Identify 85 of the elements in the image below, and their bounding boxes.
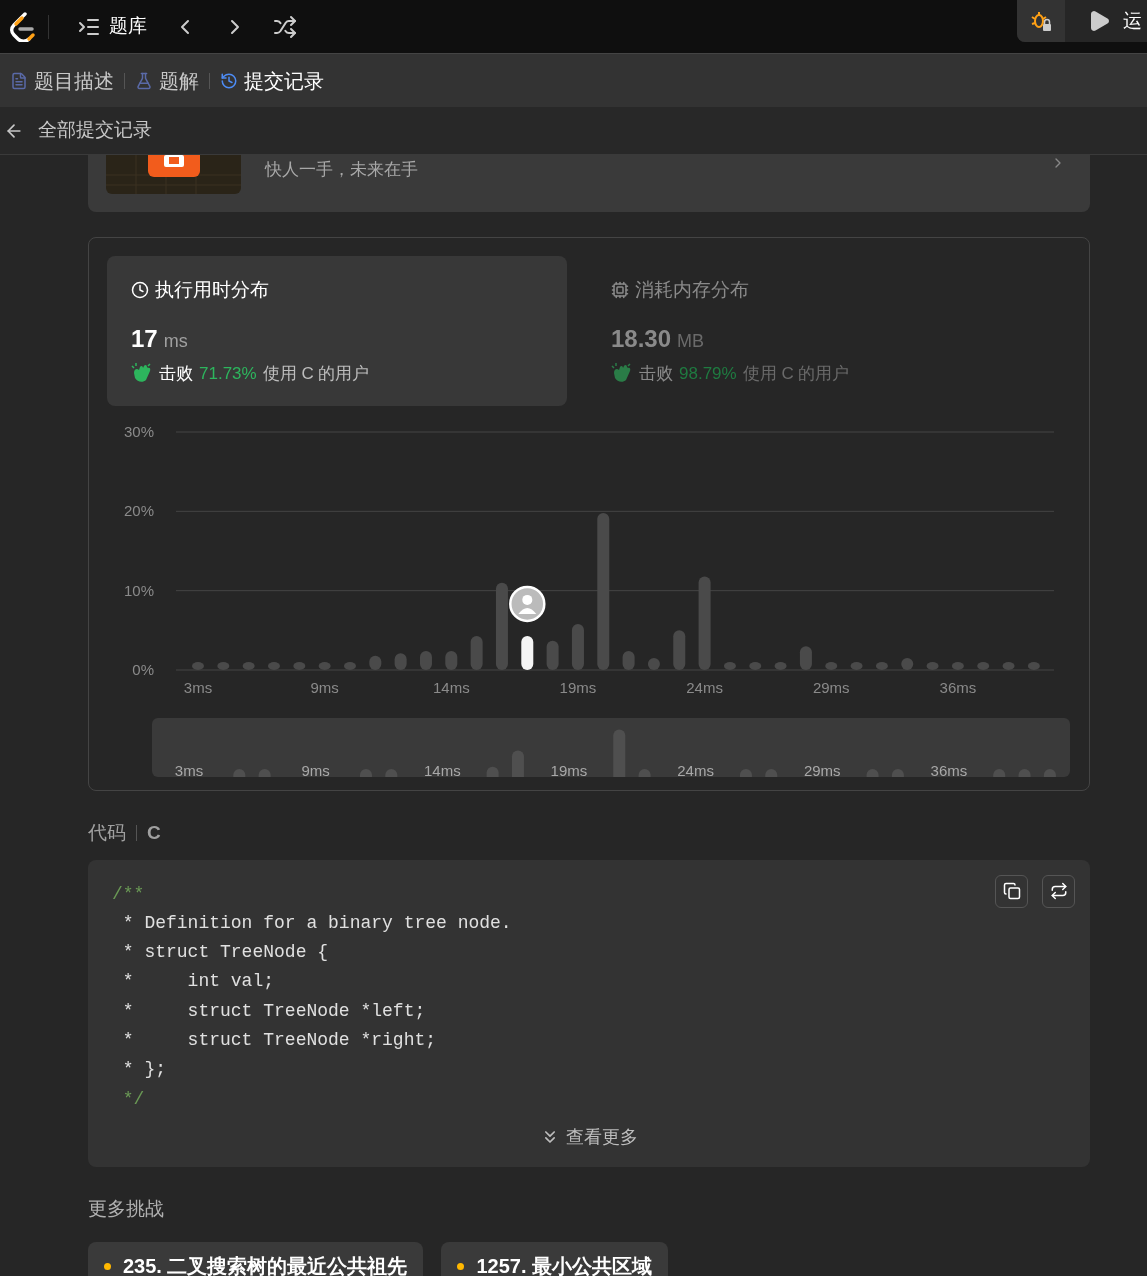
- x-axis-label: 3ms: [183, 679, 213, 696]
- bug-lock-icon: [1030, 10, 1052, 32]
- overview-label: 24ms: [677, 762, 714, 777]
- swap-icon: [1049, 882, 1068, 900]
- overview-bar: [486, 766, 499, 777]
- beat-label: 击败: [639, 362, 673, 385]
- switch-button[interactable]: [1042, 874, 1075, 908]
- document-icon: [10, 71, 28, 90]
- panel-tab[interactable]: 提交记录: [220, 65, 324, 96]
- banner-text: 快人一手，未来在手: [265, 159, 418, 181]
- stat-value: 18.30: [611, 323, 672, 354]
- section-title: 更多挑战: [88, 1196, 164, 1221]
- overview-bar: [891, 769, 904, 777]
- y-axis-label: 10%: [123, 581, 154, 599]
- comment-delimiter: */: [121, 1087, 145, 1111]
- promo-banner[interactable]: 快人一手，未来在手: [88, 155, 1090, 212]
- y-axis-label: 30%: [123, 423, 154, 440]
- beat-percent: 71.73%: [199, 362, 257, 385]
- code-line: * struct TreeNode *left;: [121, 999, 426, 1023]
- clapping-hands-icon: [611, 363, 633, 384]
- beat-percent: 98.79%: [679, 362, 737, 385]
- overview-label: 14ms: [423, 762, 461, 777]
- beat-description: 使用 C 的用户: [742, 362, 850, 385]
- history-icon: [220, 71, 238, 90]
- shuffle-icon[interactable]: [273, 14, 297, 39]
- overview-bar: [1018, 769, 1031, 777]
- panel-tab[interactable]: 题目描述: [10, 65, 114, 96]
- clapping-hands-icon: [131, 363, 153, 384]
- language-label: C: [147, 821, 161, 845]
- stat-unit: ms: [163, 329, 188, 353]
- overview-label: 29ms: [803, 762, 841, 777]
- stat-value: 17: [131, 323, 158, 354]
- panel-tab[interactable]: 题解: [135, 65, 199, 96]
- copy-button[interactable]: [995, 874, 1028, 908]
- overview-bar: [613, 729, 626, 777]
- overview-label: 36ms: [930, 762, 968, 777]
- x-axis-label: 24ms: [686, 679, 723, 696]
- problem-list-button[interactable]: 题库: [77, 12, 147, 41]
- overview-bar: [866, 769, 879, 777]
- overview-label: 19ms: [550, 762, 588, 777]
- stat-tab[interactable]: 消耗内存分布 18.30 MB 击败 98.79% 使用 C 的用户: [587, 256, 1047, 406]
- overview-bar: [511, 750, 524, 777]
- x-axis-label: 14ms: [432, 679, 470, 696]
- overview-bar: [739, 769, 752, 777]
- stat-tab[interactable]: 执行用时分布 17 ms 击败 71.73% 使用 C 的用户: [107, 256, 567, 406]
- overview-bar: [1043, 769, 1056, 777]
- debug-button[interactable]: [1017, 0, 1065, 42]
- x-axis-label: 19ms: [559, 679, 597, 696]
- overview-bar: [385, 769, 398, 777]
- code-line: * int val;: [121, 970, 275, 994]
- stat-unit: MB: [677, 329, 705, 353]
- flask-icon: [135, 71, 153, 90]
- y-axis-label: 20%: [123, 502, 154, 520]
- x-axis-label: 9ms: [310, 679, 339, 696]
- back-link[interactable]: 全部提交记录: [4, 116, 152, 145]
- code-line: * struct TreeNode *right;: [121, 1029, 437, 1052]
- chip-icon: [611, 281, 629, 300]
- overview-bar: [993, 769, 1006, 777]
- y-axis-label: 0%: [132, 661, 154, 678]
- beat-description: 使用 C 的用户: [262, 362, 370, 385]
- beat-label: 击败: [159, 362, 193, 385]
- overview-bar: [258, 769, 271, 777]
- show-more-button[interactable]: 查看更多: [540, 1123, 638, 1151]
- comment-delimiter: /**: [112, 882, 145, 906]
- overview-bar: [638, 769, 651, 777]
- code-label: 代码: [88, 821, 126, 845]
- stat-title: 执行用时分布: [155, 278, 269, 302]
- overview-label: 9ms: [301, 762, 330, 777]
- stat-title: 消耗内存分布: [635, 278, 749, 302]
- code-line: * struct TreeNode {: [121, 941, 329, 965]
- overview-bar: [233, 769, 246, 777]
- challenge-chip[interactable]: 235. 二叉搜索树的最近公共祖先: [88, 1242, 424, 1276]
- copy-icon: [1002, 882, 1021, 900]
- overview-bar: [360, 769, 372, 777]
- x-axis-label: 36ms: [939, 679, 977, 696]
- code-line: * };: [121, 1058, 166, 1082]
- chart-overview[interactable]: 3ms 9ms 14ms 19ms 24ms 29ms 36ms: [152, 718, 1070, 777]
- code-line: * Definition for a binary tree node.: [121, 911, 512, 935]
- overview-label: 3ms: [174, 762, 204, 777]
- challenge-chip[interactable]: 1257. 最小公共区域: [441, 1242, 669, 1276]
- logo-icon[interactable]: [8, 11, 36, 42]
- overview-bar: [765, 769, 778, 777]
- user-avatar-icon: [509, 585, 546, 623]
- x-axis-label: 29ms: [812, 679, 850, 696]
- clock-icon: [131, 281, 149, 300]
